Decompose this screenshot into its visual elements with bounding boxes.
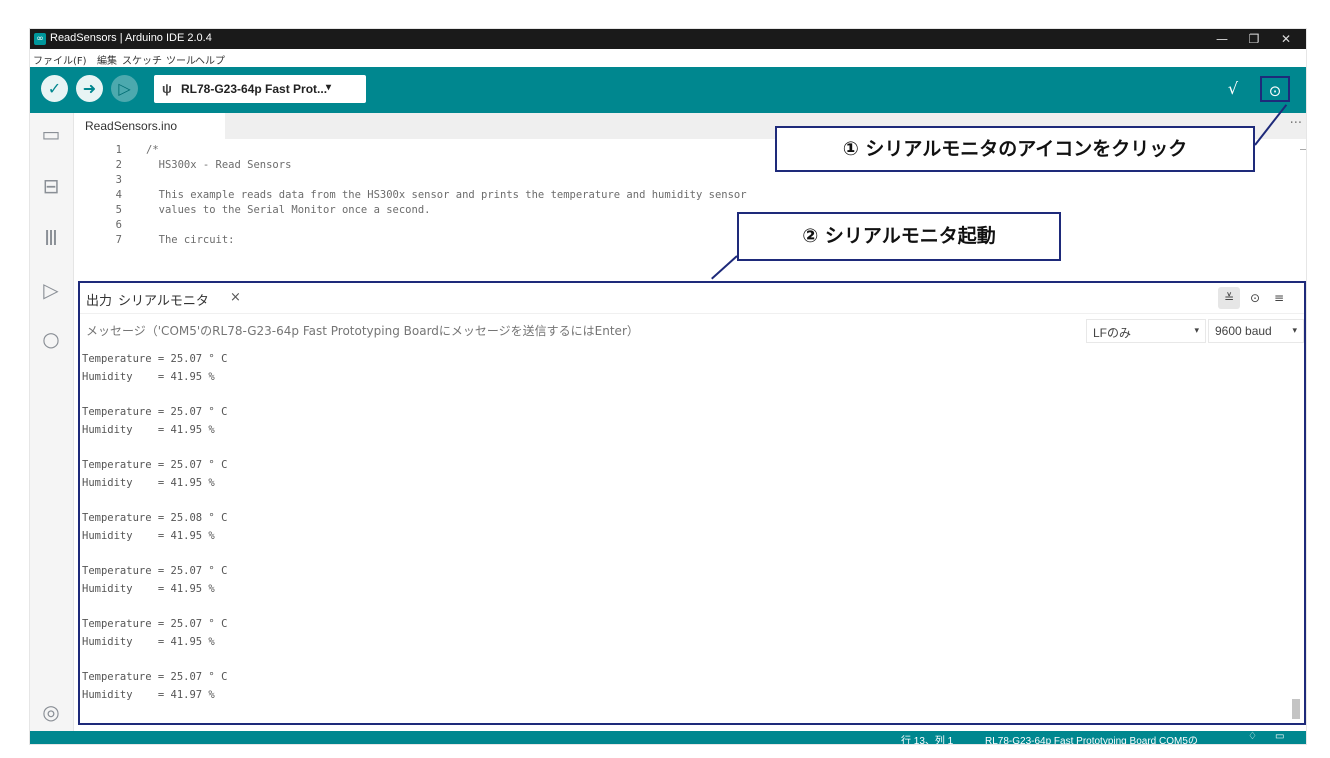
close-icon[interactable]: ✕ [1270,29,1302,49]
debug-play-icon: ▷ [118,79,131,98]
message-row: LFのみ ▾ 9600 baud ▾ [80,313,1304,347]
reading-block: Temperature = 25.07 ° C Humidity = 41.97 … [82,669,1282,704]
board-selector-label: RL78-G23-64p Fast Prot... [181,82,328,96]
debug-icon[interactable]: ▷ [38,277,64,303]
more-icon[interactable]: ··· [1290,116,1302,131]
clear-output-icon[interactable]: ≡ [1268,287,1290,309]
minimize-icon[interactable]: — [1206,29,1238,49]
upload-button[interactable]: ➜ [76,75,103,102]
chevron-down-icon: ▾ [326,82,332,93]
humidity-line: Humidity = 41.95 % [82,529,215,542]
plotter-icon: √ [1227,79,1239,98]
code-line: 6 [115,219,122,231]
menu-tools[interactable]: ツール [166,52,196,67]
board-port-status: RL78-G23-64p Fast Prototyping Board COM5… [985,736,1198,745]
temperature-line: Temperature = 25.07 ° C [82,353,228,365]
serial-plotter-button[interactable]: √ [1221,77,1245,101]
board-selector[interactable]: ψ RL78-G23-64p Fast Prot... ▾ [154,75,366,103]
chevron-down-icon: ▾ [1292,325,1297,335]
status-bar: 行 13、列 1 RL78-G23-64p Fast Prototyping B… [30,731,1306,745]
reading-block: Temperature = 25.07 ° C Humidity = 41.95 … [82,404,1282,457]
reading-block: Temperature = 25.07 ° C Humidity = 41.95 … [82,616,1282,669]
editor-minimap-marker [1300,149,1306,155]
close-icon[interactable]: × [230,290,241,305]
serial-output: Temperature = 25.07 ° C Humidity = 41.95 … [82,351,1282,705]
check-icon: ✓ [47,79,62,98]
panel-tab-bar: 出力 シリアルモニタ × ≚ ⊙ ≡ [80,283,1304,313]
menu-bar: ファイル(F) 編集 スケッチ ツール ヘルプ [30,49,1306,67]
baud-rate-value: 9600 baud [1215,324,1272,338]
title-bar: ∞ ReadSensors | Arduino IDE 2.0.4 — ❐ ✕ [30,29,1306,49]
serial-monitor-panel: 出力 シリアルモニタ × ≚ ⊙ ≡ LFのみ ▾ 9600 baud ▾ Te… [78,281,1306,725]
temperature-line: Temperature = 25.07 ° C [82,406,228,419]
tab-serial-monitor[interactable]: シリアルモニタ [118,290,209,309]
cursor-position: 行 13、列 1 [901,736,954,745]
humidity-line: Humidity = 41.95 % [82,423,215,436]
timestamp-toggle-icon[interactable]: ⊙ [1244,287,1266,309]
debug-button[interactable]: ▷ [111,75,138,102]
chevron-down-icon: ▾ [1194,325,1199,335]
arrow-right-icon: ➜ [82,79,97,98]
code-line: 3 [115,174,122,186]
menu-file[interactable]: ファイル(F) [33,52,87,67]
menu-help[interactable]: ヘルプ [195,52,225,67]
callout-step-2: ② シリアルモニタ起動 [737,212,1061,261]
library-icon[interactable]: Ⅲ [38,225,64,251]
board-manager-icon[interactable]: ⊟ [38,173,64,199]
temperature-line: Temperature = 25.07 ° C [82,565,228,578]
message-input[interactable] [86,319,1046,343]
tab-output[interactable]: 出力 [86,290,112,309]
folder-icon[interactable]: ▭ [38,121,64,147]
verify-button[interactable]: ✓ [41,75,68,102]
arduino-ide-window: ∞ ReadSensors | Arduino IDE 2.0.4 — ❐ ✕ … [29,28,1307,745]
profile-icon[interactable]: ◎ [38,699,64,725]
serial-monitor-button[interactable]: ⊙ [1260,76,1290,102]
humidity-line: Humidity = 41.97 % [82,689,215,702]
humidity-line: Humidity = 41.95 % [82,370,215,383]
tab-readsensors[interactable]: ReadSensors.ino [74,113,225,139]
toggle-panel-icon[interactable]: ▭ [1275,731,1284,742]
collapse-panel-icon[interactable]: ≚ [1218,287,1240,309]
code-line: 5 values to the Serial Monitor once a se… [115,204,431,216]
humidity-line: Humidity = 41.95 % [82,636,215,648]
callout-step-1: ① シリアルモニタのアイコンをクリック [775,126,1255,172]
menu-edit[interactable]: 編集 [97,52,117,67]
temperature-line: Temperature = 25.07 ° C [82,459,228,472]
arduino-logo-icon: ∞ [34,33,46,45]
menu-sketch[interactable]: スケッチ [122,52,162,67]
line-ending-select[interactable]: LFのみ ▾ [1086,319,1206,343]
panel-tools: ≚ ⊙ ≡ [1218,287,1298,309]
output-scrollbar[interactable] [1292,699,1300,719]
temperature-line: Temperature = 25.07 ° C [82,671,228,684]
notification-bell-icon[interactable]: ♢ [1248,731,1257,742]
search-icon[interactable]: ○ [38,326,64,352]
humidity-line: Humidity = 41.95 % [82,476,215,489]
line-ending-value: LFのみ [1093,326,1132,340]
reading-block: Temperature = 25.07 ° C Humidity = 41.95 … [82,457,1282,510]
temperature-line: Temperature = 25.08 ° C [82,512,228,525]
humidity-line: Humidity = 41.95 % [82,582,215,595]
reading-block: Temperature = 25.07 ° C Humidity = 41.95 … [82,351,1282,404]
code-line: 7 The circuit: [115,234,235,246]
code-line: 4 This example reads data from the HS300… [115,189,747,201]
reading-block: Temperature = 25.07 ° C Humidity = 41.95 … [82,563,1282,616]
sidebar: ▭ ⊟ Ⅲ ▷ ○ ◎ [30,113,74,731]
baud-rate-select[interactable]: 9600 baud ▾ [1208,319,1304,343]
serial-monitor-icon: ⊙ [1268,82,1282,100]
window-title: ReadSensors | Arduino IDE 2.0.4 [50,32,212,44]
temperature-line: Temperature = 25.07 ° C [82,618,228,631]
toolbar: ✓ ➜ ▷ ψ RL78-G23-64p Fast Prot... ▾ √ ⊙ [30,67,1306,113]
reading-block: Temperature = 25.08 ° C Humidity = 41.95 … [82,510,1282,563]
usb-icon: ψ [162,81,172,96]
maximize-icon[interactable]: ❐ [1238,29,1270,49]
